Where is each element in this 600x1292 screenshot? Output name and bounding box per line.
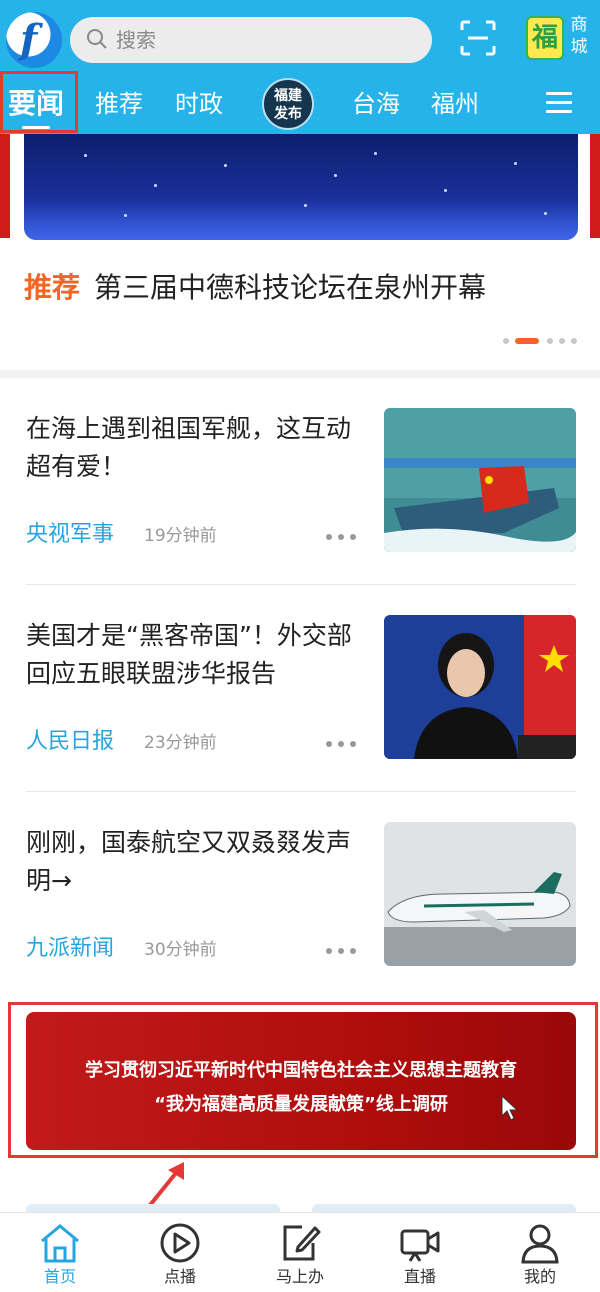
nav-label: 直播 — [403, 1267, 436, 1286]
nav-vod[interactable]: 点播 — [120, 1213, 240, 1292]
annotation-highlight-box — [0, 71, 78, 133]
search-placeholder: 搜索 — [116, 28, 156, 52]
news-source[interactable]: 九派新闻 — [26, 934, 114, 964]
news-source[interactable]: 央视军事 — [26, 520, 114, 550]
pointer-cursor-icon — [501, 1094, 519, 1121]
news-thumbnail — [384, 408, 576, 552]
more-options-icon[interactable] — [326, 948, 356, 954]
carousel-headline[interactable]: 推荐 第三届中德科技论坛在泉州开幕 — [24, 268, 486, 308]
app-logo[interactable]: f — [6, 12, 62, 68]
news-item[interactable]: 在海上遇到祖国军舰，这互动超有爱！ 央视军事 19分钟前 — [0, 408, 600, 614]
search-icon — [87, 29, 107, 49]
news-thumbnail — [384, 615, 576, 759]
headline-text: 第三届中德科技论坛在泉州开幕 — [94, 271, 487, 304]
scan-icon[interactable] — [458, 18, 498, 58]
live-camera-icon — [400, 1229, 440, 1262]
news-item[interactable]: 刚刚，国泰航空又双叒叕发声明→ 九派新闻 30分钟前 — [0, 822, 600, 1028]
profile-icon — [521, 1224, 559, 1264]
badge-line2: 发布 — [274, 106, 302, 122]
play-icon — [160, 1223, 200, 1263]
nav-label: 首页 — [43, 1267, 76, 1286]
news-title: 美国才是“黑客帝国”！外交部回应五眼联盟涉华报告 — [26, 621, 352, 688]
news-thumbnail — [384, 822, 576, 966]
tab-fuzhou[interactable]: 福州 — [431, 82, 479, 126]
news-source[interactable]: 人民日报 — [26, 727, 114, 757]
recommend-tag: 推荐 — [24, 271, 81, 304]
tab-taihai[interactable]: 台海 — [352, 82, 400, 126]
promo-line1: 学习贯彻习近平新时代中国特色社会主义思想主题教育 — [85, 1060, 517, 1081]
news-time: 23分钟前 — [144, 733, 217, 753]
tab-menu-icon[interactable] — [546, 92, 572, 114]
nav-label: 点播 — [163, 1267, 196, 1286]
nav-live[interactable]: 直播 — [360, 1213, 480, 1292]
mall-fu-icon: 福 — [526, 16, 564, 60]
nav-label: 我的 — [523, 1267, 556, 1286]
nav-services[interactable]: 马上办 — [240, 1213, 360, 1292]
tab-tuijian[interactable]: 推荐 — [95, 82, 143, 126]
nav-profile[interactable]: 我的 — [480, 1213, 600, 1292]
news-time: 30分钟前 — [144, 940, 217, 960]
carousel-prev-peek — [0, 134, 10, 238]
tab-fujian-fabu-badge[interactable]: 福建 发布 — [262, 78, 314, 130]
home-icon — [41, 1224, 79, 1263]
top-header: f 搜索 福 商城 要闻 推荐 时政 福建 发布 台海 福州 — [0, 0, 600, 134]
mall-button[interactable]: 福 商城 — [522, 10, 596, 66]
section-divider — [0, 370, 600, 378]
edit-icon — [283, 1225, 321, 1261]
divider — [26, 584, 576, 585]
carousel-next-peek — [590, 134, 600, 238]
divider — [26, 791, 576, 792]
nav-label: 马上办 — [275, 1267, 324, 1286]
more-options-icon[interactable] — [326, 534, 356, 540]
search-bar[interactable]: 搜索 — [70, 17, 432, 63]
tab-shizheng[interactable]: 时政 — [175, 82, 223, 126]
news-item[interactable]: 美国才是“黑客帝国”！外交部回应五眼联盟涉华报告 人民日报 23分钟前 — [0, 615, 600, 821]
news-time: 19分钟前 — [144, 526, 217, 546]
more-options-icon[interactable] — [326, 741, 356, 747]
mall-label: 商城 — [570, 15, 588, 57]
bottom-navigation: 首页 点播 马上办 直播 我的 — [0, 1212, 600, 1292]
promo-banner[interactable]: 学习贯彻习近平新时代中国特色社会主义思想主题教育 “我为福建高质量发展献策”线上… — [26, 1012, 576, 1150]
promo-line2: “我为福建高质量发展献策”线上调研 — [154, 1094, 448, 1115]
badge-line1: 福建 — [274, 88, 302, 104]
news-title: 刚刚，国泰航空又双叒叕发声明→ — [26, 828, 352, 895]
nav-home[interactable]: 首页 — [0, 1213, 120, 1292]
carousel-banner-image[interactable] — [24, 134, 578, 240]
news-title: 在海上遇到祖国军舰，这互动超有爱！ — [26, 414, 352, 481]
